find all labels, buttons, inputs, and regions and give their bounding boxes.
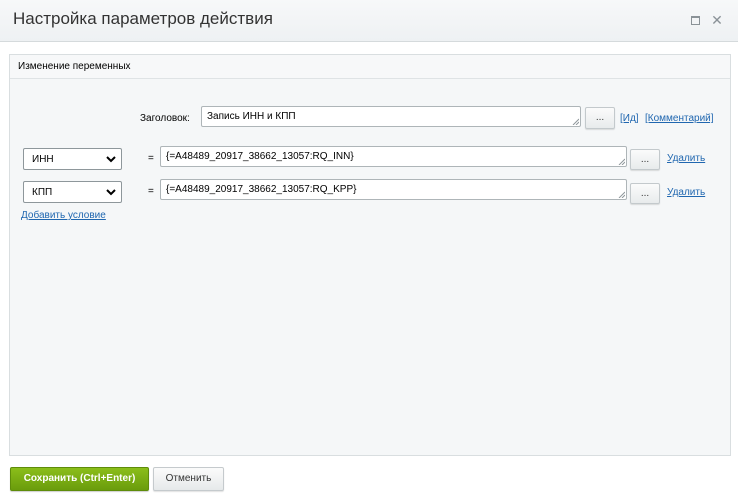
variable-select-kpp[interactable]: КПП: [23, 181, 122, 203]
maximize-icon[interactable]: [689, 14, 701, 26]
close-icon[interactable]: ✕: [711, 13, 723, 27]
save-button[interactable]: Сохранить (Ctrl+Enter): [10, 467, 149, 491]
id-link[interactable]: [Ид]: [620, 113, 639, 124]
condition-value-input[interactable]: {=A48489_20917_38662_13057:RQ_KPP}: [160, 179, 627, 200]
resize-grip-icon[interactable]: [618, 191, 625, 198]
equals-sign: =: [148, 153, 154, 164]
title-label: Заголовок:: [140, 113, 190, 124]
delete-condition-link[interactable]: Удалить: [667, 153, 705, 164]
dialog-title: Настройка параметров действия: [13, 9, 273, 28]
condition-value-text: {=A48489_20917_38662_13057:RQ_KPP}: [166, 184, 357, 195]
variable-select-inn[interactable]: ИНН: [23, 148, 122, 170]
resize-grip-icon[interactable]: [572, 118, 579, 125]
title-dots-button[interactable]: ...: [585, 107, 615, 129]
condition-dots-button[interactable]: ...: [630, 149, 660, 170]
title-input-value: Запись ИНН и КПП: [207, 111, 296, 122]
cancel-button[interactable]: Отменить: [153, 467, 224, 491]
panel-title: Изменение переменных: [18, 61, 131, 72]
equals-sign: =: [148, 186, 154, 197]
panel-header: Изменение переменных: [10, 55, 730, 79]
variable-select-value: КПП: [32, 187, 53, 198]
variable-select-value: ИНН: [32, 154, 54, 165]
resize-grip-icon[interactable]: [618, 158, 625, 165]
title-input[interactable]: Запись ИНН и КПП: [201, 106, 581, 127]
delete-condition-link[interactable]: Удалить: [667, 187, 705, 198]
chevron-down-icon: [106, 156, 116, 163]
condition-dots-button[interactable]: ...: [630, 183, 660, 204]
comment-link[interactable]: [Комментарий]: [645, 113, 714, 124]
condition-value-input[interactable]: {=A48489_20917_38662_13057:RQ_INN}: [160, 146, 627, 167]
chevron-down-icon: [106, 189, 116, 196]
dialog-header: Настройка параметров действия ✕: [0, 0, 738, 42]
add-condition-link[interactable]: Добавить условие: [21, 210, 106, 221]
condition-value-text: {=A48489_20917_38662_13057:RQ_INN}: [166, 151, 354, 162]
